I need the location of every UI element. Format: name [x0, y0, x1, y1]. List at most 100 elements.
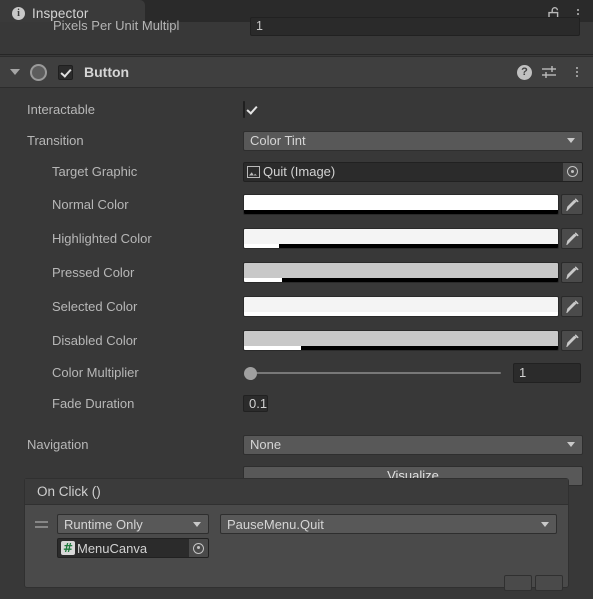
- help-question-icon[interactable]: ?: [517, 64, 532, 80]
- button-component-icon: [30, 63, 47, 81]
- highlighted-color-label: Highlighted Color: [52, 230, 152, 246]
- interactable-control: [243, 101, 583, 118]
- property-row-color-multiplier: Color Multiplier 1: [0, 361, 593, 384]
- object-picker-button[interactable]: [189, 539, 208, 557]
- script-hash-icon: #: [61, 541, 75, 555]
- section-divider: [0, 54, 593, 55]
- on-click-footer: [25, 561, 568, 591]
- pixels-per-unit-multiplier-field[interactable]: 1: [250, 17, 580, 36]
- component-header-actions: ?: [517, 60, 588, 84]
- highlighted-color-control: [243, 227, 583, 249]
- target-graphic-object-field[interactable]: Quit (Image): [243, 161, 583, 182]
- object-picker-button[interactable]: [563, 162, 582, 181]
- foldout-arrow-icon[interactable]: [10, 69, 20, 75]
- normal-color-control: [243, 193, 583, 215]
- color-multiplier-label: Color Multiplier: [52, 365, 139, 380]
- image-component-icon: [247, 165, 260, 178]
- navigation-value: None: [250, 437, 282, 452]
- add-event-button[interactable]: [504, 575, 532, 591]
- disabled-color-fill: [244, 330, 558, 346]
- highlighted-color-fill: [244, 228, 558, 244]
- remove-event-button[interactable]: [535, 575, 563, 591]
- color-multiplier-control: 1: [243, 362, 583, 383]
- runtime-mode-dropdown[interactable]: Runtime Only: [57, 514, 209, 534]
- callback-function-value: PauseMenu.Quit: [227, 516, 324, 532]
- interactable-label: Interactable: [27, 102, 95, 117]
- slider-track: [247, 371, 501, 374]
- highlighted-color-alpha-bar: [244, 243, 558, 248]
- disabled-color-control: [243, 329, 583, 351]
- runtime-mode-value: Runtime Only: [64, 516, 143, 532]
- target-graphic-value: Quit (Image): [263, 164, 336, 179]
- navigation-control: None: [243, 434, 583, 455]
- chevron-down-icon: [541, 521, 549, 527]
- property-row-transition: Transition Color Tint: [0, 129, 593, 152]
- callback-target-object-field[interactable]: # MenuCanva: [57, 538, 209, 558]
- property-row-target-graphic: Target Graphic Quit (Image): [0, 160, 593, 183]
- transition-value: Color Tint: [250, 133, 306, 148]
- navigation-label: Navigation: [27, 437, 89, 452]
- normal-color-label: Normal Color: [52, 196, 129, 212]
- property-row-navigation: Navigation None: [0, 433, 593, 456]
- chevron-down-icon: [193, 521, 201, 527]
- property-row-disabled-color: Disabled Color: [0, 327, 593, 353]
- preset-sliders-icon[interactable]: [538, 60, 560, 84]
- info-icon: i: [12, 7, 25, 20]
- disabled-color-eyedropper-icon[interactable]: [561, 329, 583, 351]
- pressed-color-swatch[interactable]: [243, 261, 559, 283]
- selected-color-eyedropper-icon[interactable]: [561, 295, 583, 317]
- button-component-body: Interactable Transition Color Tint Targe…: [0, 88, 593, 599]
- on-click-title: On Click (): [25, 479, 568, 505]
- target-graphic-control: Quit (Image): [243, 161, 583, 182]
- color-multiplier-slider[interactable]: [243, 365, 505, 381]
- property-row-pressed-color: Pressed Color: [0, 259, 593, 285]
- pixels-per-unit-multiplier-label: Pixels Per Unit Multipl: [53, 18, 180, 33]
- fade-duration-control: 0.1: [243, 394, 583, 413]
- pressed-color-control: [243, 261, 583, 283]
- selected-color-fill: [244, 296, 558, 312]
- property-row-highlighted-color: Highlighted Color: [0, 225, 593, 251]
- color-multiplier-value-field[interactable]: 1: [513, 362, 581, 383]
- selected-color-swatch[interactable]: [243, 295, 559, 317]
- selected-color-alpha-bar: [244, 311, 558, 316]
- component-enabled-checkbox[interactable]: [58, 64, 73, 80]
- pressed-color-eyedropper-icon[interactable]: [561, 261, 583, 283]
- property-row-normal-color: Normal Color: [0, 191, 593, 217]
- property-row-selected-color: Selected Color: [0, 293, 593, 319]
- component-kebab-menu-icon[interactable]: [566, 60, 588, 84]
- on-click-entry-row: Runtime Only PauseMenu.Quit # MenuCanva: [25, 505, 568, 559]
- callback-function-dropdown[interactable]: PauseMenu.Quit: [220, 514, 557, 534]
- selected-color-control: [243, 295, 583, 317]
- component-title: Button: [84, 64, 130, 80]
- target-graphic-label: Target Graphic: [52, 164, 138, 179]
- selected-color-label: Selected Color: [52, 298, 138, 314]
- normal-color-swatch[interactable]: [243, 193, 559, 215]
- pressed-color-alpha-bar: [244, 277, 558, 282]
- normal-color-alpha-bar: [244, 209, 558, 214]
- transition-control: Color Tint: [243, 130, 583, 151]
- navigation-dropdown[interactable]: None: [243, 434, 583, 455]
- button-component-header[interactable]: Button ?: [0, 56, 593, 88]
- clipped-property-row: Pixels Per Unit Multipl 1: [0, 17, 593, 45]
- highlighted-color-swatch[interactable]: [243, 227, 559, 249]
- interactable-checkbox[interactable]: [243, 101, 245, 118]
- fade-duration-label: Fade Duration: [52, 396, 135, 411]
- disabled-color-label: Disabled Color: [52, 332, 138, 348]
- pressed-color-label: Pressed Color: [52, 264, 135, 280]
- drag-handle-icon[interactable]: [35, 521, 48, 531]
- target-dot-icon: [567, 166, 578, 177]
- normal-color-eyedropper-icon[interactable]: [561, 193, 583, 215]
- disabled-color-swatch[interactable]: [243, 329, 559, 351]
- disabled-color-alpha-bar: [244, 345, 558, 350]
- fade-duration-field[interactable]: 0.1: [243, 394, 269, 412]
- chevron-down-icon: [567, 138, 575, 143]
- slider-knob[interactable]: [244, 366, 257, 380]
- highlighted-color-eyedropper-icon[interactable]: [561, 227, 583, 249]
- normal-color-fill: [244, 194, 558, 210]
- on-click-event-box: On Click () Runtime Only PauseMenu.Quit …: [24, 478, 569, 591]
- property-row-interactable: Interactable: [0, 98, 593, 121]
- chevron-down-icon: [567, 442, 575, 447]
- callback-target-value: MenuCanva: [77, 540, 148, 556]
- transition-dropdown[interactable]: Color Tint: [243, 130, 583, 151]
- pressed-color-fill: [244, 262, 558, 278]
